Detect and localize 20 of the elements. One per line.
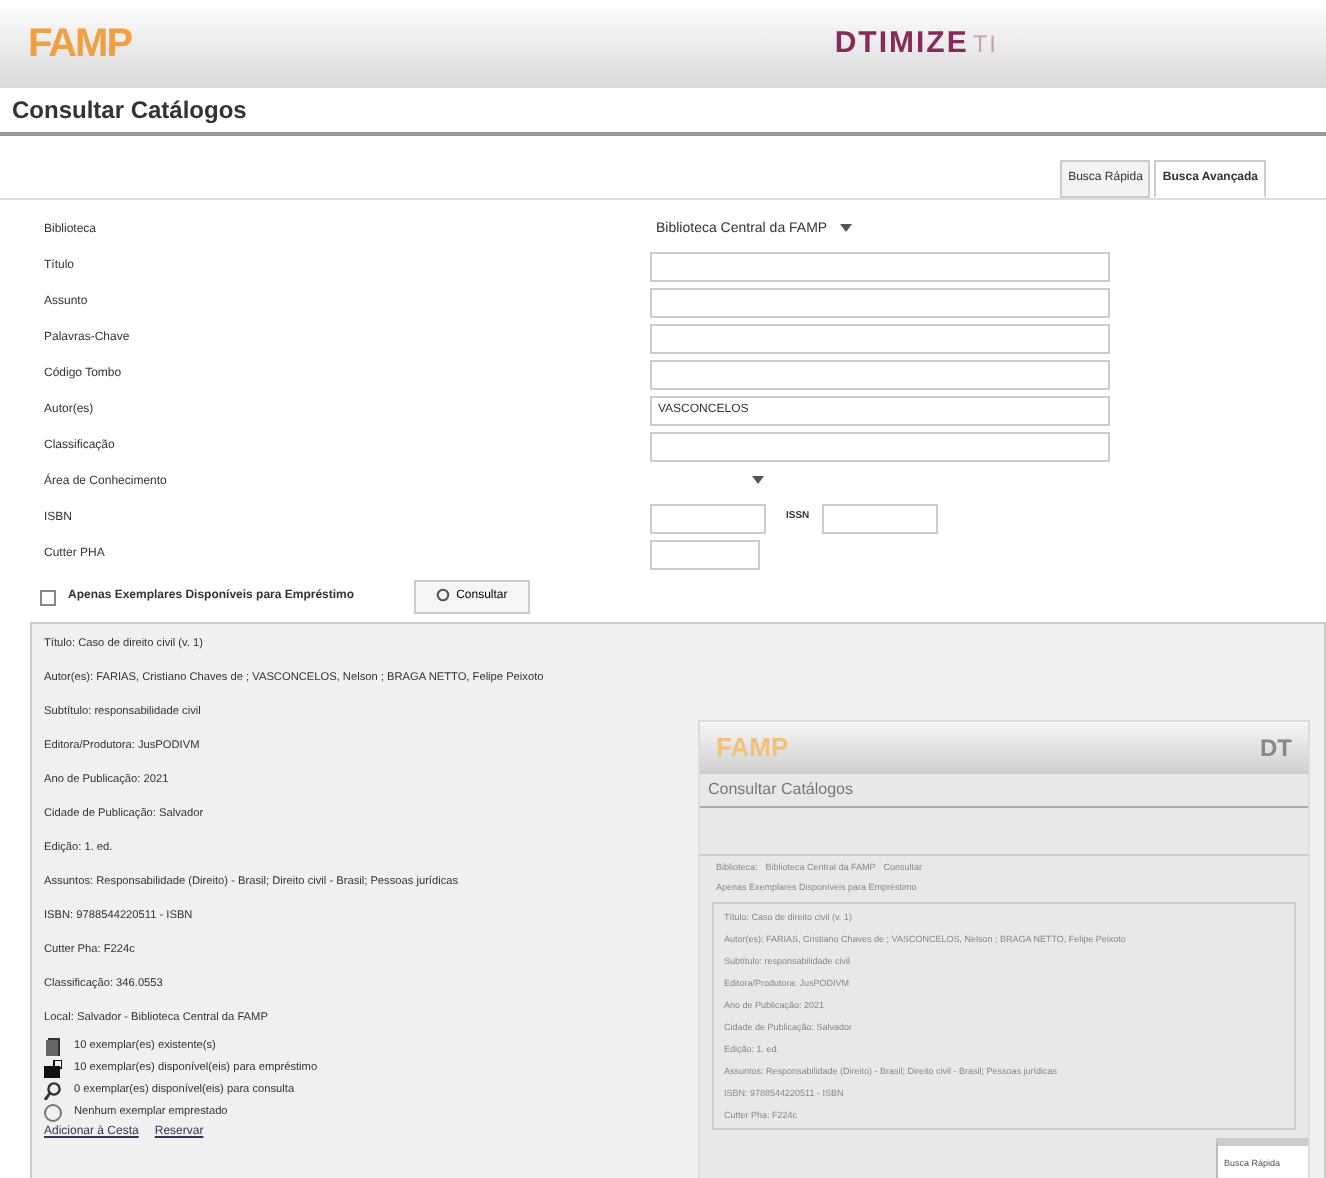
logo: FAMP bbox=[28, 20, 132, 70]
input-field[interactable] bbox=[650, 503, 766, 533]
input-field[interactable] bbox=[650, 431, 1110, 461]
page-title: Consultar Catálogos bbox=[700, 774, 1308, 809]
circle-icon bbox=[44, 1104, 62, 1123]
input-field[interactable] bbox=[821, 503, 938, 533]
checkbox[interactable] bbox=[40, 589, 56, 606]
folder-icon bbox=[44, 1060, 62, 1079]
brand-logo: DT bbox=[1260, 732, 1292, 767]
magnifier-icon bbox=[44, 1082, 62, 1101]
logo: FAMP bbox=[716, 730, 789, 767]
page-title: Consultar Catálogos bbox=[0, 88, 1326, 136]
input-field[interactable] bbox=[650, 287, 1110, 317]
input-field[interactable] bbox=[650, 251, 1110, 281]
input-field[interactable] bbox=[650, 359, 1110, 389]
circle-icon bbox=[436, 588, 451, 602]
book-icon bbox=[44, 1038, 62, 1057]
input-field[interactable] bbox=[650, 539, 760, 569]
input-field[interactable] bbox=[650, 323, 1110, 353]
brand-logo: DTIMIZE TI bbox=[834, 23, 998, 64]
